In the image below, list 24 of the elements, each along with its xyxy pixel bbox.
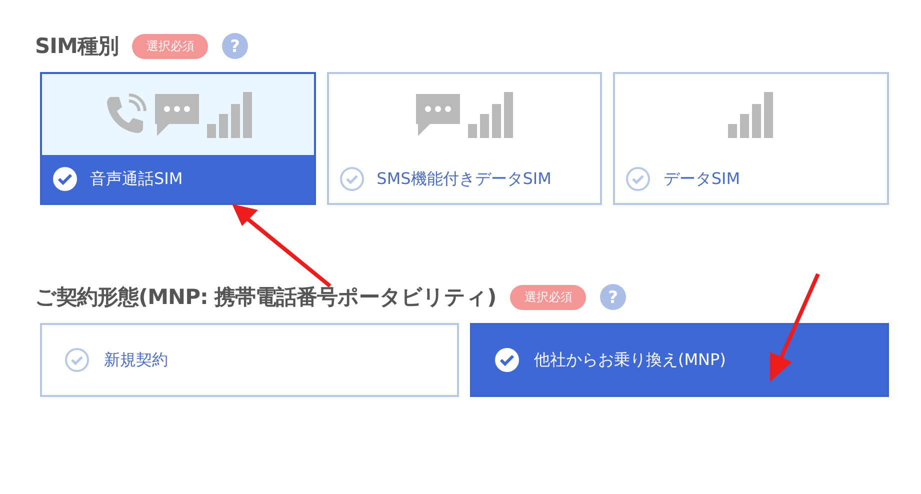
option-label: 他社からお乗り換え(MNP) [534, 350, 726, 370]
option-card[interactable]: SMS機能付きデータSIM [326, 72, 602, 205]
required-badge: 選択必須 [510, 284, 586, 310]
check-icon [494, 347, 520, 373]
section-title: ご契約形態(MNP: 携帯電話番号ポータビリティ) [35, 284, 496, 311]
required-badge: 選択必須 [132, 34, 208, 58]
chat-icon [152, 92, 201, 138]
option-card[interactable]: 音声通話SIM [40, 72, 316, 205]
chat-icon [414, 92, 462, 138]
option-label: データSIM [663, 168, 740, 190]
check-icon [625, 166, 652, 192]
option-card[interactable]: 他社からお乗り換え(MNP) [470, 323, 889, 397]
option-label: 新規契約 [104, 350, 168, 370]
signal-icon [728, 92, 774, 138]
option-label: 音声通話SIM [90, 168, 183, 190]
section-title: SIM種別 [35, 33, 118, 60]
signal-icon [468, 92, 514, 138]
check-icon [52, 166, 78, 192]
check-icon [64, 347, 90, 373]
check-icon [338, 166, 365, 192]
option-label: SMS機能付きデータSIM [376, 168, 552, 190]
option-card[interactable]: データSIM [613, 72, 889, 205]
signal-icon [206, 92, 253, 138]
option-card[interactable]: 新規契約 [40, 323, 459, 397]
